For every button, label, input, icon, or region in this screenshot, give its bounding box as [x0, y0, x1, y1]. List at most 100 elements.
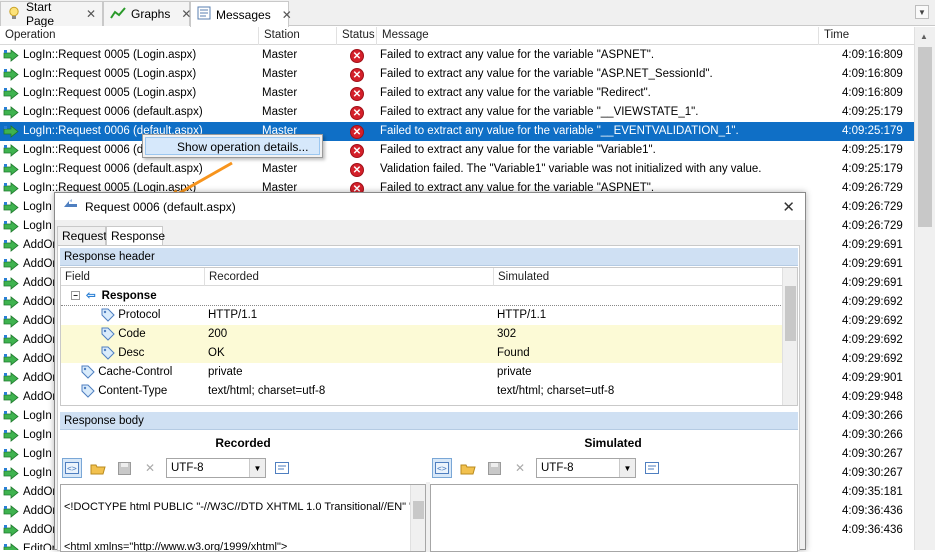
- column-header-recorded[interactable]: Recorded: [204, 268, 493, 286]
- column-header-operation[interactable]: Operation: [0, 27, 258, 45]
- show-operation-details-menu-item[interactable]: Show operation details...: [145, 137, 320, 155]
- station-cell: Master: [262, 163, 298, 175]
- body-scrollbar[interactable]: [410, 485, 425, 551]
- close-icon[interactable]: ✕: [86, 7, 96, 21]
- view-source-icon[interactable]: <>: [432, 458, 452, 478]
- operation-text: AddOr: [23, 353, 57, 365]
- header-field-row[interactable]: Content-Type text/html; charset=utf-8 text…: [61, 382, 783, 401]
- table-row[interactable]: LogIn::Request 0005 (Login.aspx) Master ✕ F…: [0, 84, 914, 103]
- field-cell: Code: [101, 325, 146, 344]
- view-source-icon[interactable]: <>: [62, 458, 82, 478]
- header-field-row[interactable]: Code 200 302: [61, 325, 783, 344]
- simulated-toolbar: <> ✕ UTF-8 ▼: [432, 455, 662, 481]
- close-icon[interactable]: ✕: [782, 198, 795, 216]
- column-header-station[interactable]: Station: [258, 27, 336, 45]
- grid-vertical-scrollbar[interactable]: ▲: [914, 27, 935, 550]
- collapse-icon[interactable]: −: [71, 291, 80, 301]
- operation-text: LogIn: [23, 467, 52, 479]
- time-cell: 4:09:36:436: [842, 524, 903, 536]
- scroll-up-icon[interactable]: ▲: [920, 32, 928, 41]
- tab-response[interactable]: Response: [106, 226, 165, 246]
- header-field-row[interactable]: Cache-Control private private: [61, 363, 783, 382]
- status-cell: ✕: [350, 46, 368, 65]
- time-cell: 4:09:26:729: [842, 201, 903, 213]
- operation-cell: LogIn::Request 0006 (default.aspx): [3, 160, 258, 179]
- tab-messages[interactable]: Messages ✕: [190, 1, 292, 27]
- open-folder-icon[interactable]: [88, 458, 108, 478]
- column-header-status[interactable]: Status: [336, 27, 376, 45]
- table-row[interactable]: LogIn::Request 0006 (default.aspx) Master…: [0, 160, 914, 179]
- open-folder-icon[interactable]: [458, 458, 478, 478]
- request-arrow-icon: [3, 201, 20, 214]
- column-header-time[interactable]: Time: [818, 27, 914, 45]
- request-arrow-icon: [3, 239, 20, 252]
- header-field-row[interactable]: Protocol HTTP/1.1 HTTP/1.1: [61, 306, 783, 325]
- graph-icon: [110, 6, 126, 23]
- recorded-cell: HTTP/1.1: [208, 309, 258, 321]
- operation-cell: LogIn::Request 0005 (Login.aspx): [3, 84, 258, 103]
- table-row[interactable]: LogIn::Request 0005 (Login.aspx) Master ✕ F…: [0, 46, 914, 65]
- operation-text: AddOr: [23, 524, 57, 536]
- operation-text: LogIn: [23, 448, 52, 460]
- field-text: Cache-Control: [98, 366, 173, 378]
- table-row[interactable]: LogIn::Request 0006 (default.aspx) Master…: [0, 103, 914, 122]
- request-arrow-icon: [3, 353, 20, 366]
- close-icon[interactable]: ✕: [282, 8, 292, 22]
- header-group-row[interactable]: − ⇦ Response: [61, 287, 781, 306]
- word-wrap-icon[interactable]: [642, 458, 662, 478]
- operation-text: LogIn: [23, 220, 52, 232]
- tab-graphs[interactable]: Graphs ✕: [103, 1, 191, 26]
- recorded-encoding-select[interactable]: UTF-8 ▼: [166, 458, 266, 478]
- operation-text: LogIn: [23, 410, 52, 422]
- header-grid-scrollbar[interactable]: [782, 268, 797, 405]
- tab-start-page[interactable]: Start Page ✕: [0, 0, 103, 28]
- delete-icon[interactable]: ✕: [140, 458, 160, 478]
- operation-text: LogIn::Request 0005 (Login.aspx): [23, 87, 197, 99]
- column-header-simulated[interactable]: Simulated: [493, 268, 784, 286]
- request-arrow-icon: [3, 296, 20, 309]
- tab-request[interactable]: Request: [57, 226, 107, 245]
- recorded-toolbar: <> ✕ UTF-8 ▼: [62, 455, 292, 481]
- simulated-cell: Found: [497, 347, 530, 359]
- tag-icon: [101, 327, 115, 341]
- recorded-cell: 200: [208, 328, 228, 340]
- table-row[interactable]: LogIn::Request 0005 (Login.aspx) Master ✕ F…: [0, 65, 914, 84]
- document-tab-bar: Start Page ✕ Graphs ✕ Messages ✕ ▼: [0, 0, 935, 28]
- time-cell: 4:09:35:181: [842, 486, 903, 498]
- message-cell: Failed to extract any value for the vari…: [380, 106, 699, 118]
- tag-icon: [101, 346, 115, 360]
- simulated-encoding-select[interactable]: UTF-8 ▼: [536, 458, 636, 478]
- header-field-row[interactable]: Desc OK Found: [61, 344, 783, 363]
- simulated-body-text[interactable]: [430, 484, 798, 552]
- request-arrow-icon: [3, 505, 20, 518]
- request-arrow-icon: [3, 372, 20, 385]
- tag-icon: [101, 308, 115, 322]
- word-wrap-icon[interactable]: [272, 458, 292, 478]
- save-icon[interactable]: [114, 458, 134, 478]
- save-icon[interactable]: [484, 458, 504, 478]
- operation-text: AddOr: [23, 277, 57, 289]
- time-cell: 4:09:29:692: [842, 334, 903, 346]
- scrollbar-thumb[interactable]: [785, 286, 796, 341]
- error-icon: ✕: [350, 143, 364, 158]
- time-cell: 4:09:25:179: [842, 163, 903, 175]
- field-cell: Desc: [101, 344, 144, 363]
- scrollbar-thumb[interactable]: [918, 47, 932, 227]
- scrollbar-thumb[interactable]: [413, 501, 424, 519]
- tab-list-dropdown-button[interactable]: ▼: [915, 5, 929, 19]
- column-header-message[interactable]: Message: [376, 27, 818, 45]
- time-cell: 4:09:16:809: [842, 68, 903, 80]
- simulated-cell: 302: [497, 328, 517, 340]
- recorded-body-text[interactable]: <!DOCTYPE html PUBLIC "-//W3C//DTD XHTML…: [60, 484, 426, 552]
- time-cell: 4:09:26:729: [842, 182, 903, 194]
- table-row[interactable]: LogIn::Request 0006 (default.aspx) Master…: [0, 122, 914, 141]
- time-cell: 4:09:25:179: [842, 144, 903, 156]
- station-cell: Master: [262, 106, 298, 118]
- tab-start-page-label: Start Page: [26, 0, 55, 28]
- response-header-grid: Field Recorded Simulated − ⇦ Response Prot…: [60, 267, 798, 406]
- column-header-field[interactable]: Field: [61, 268, 204, 286]
- operation-cell: LogIn::Request 0005 (Login.aspx): [3, 65, 258, 84]
- encoding-value: UTF-8: [541, 462, 574, 474]
- delete-icon[interactable]: ✕: [510, 458, 530, 478]
- table-row[interactable]: LogIn::Request 0006 (d ✕ Failed to extract…: [0, 141, 914, 160]
